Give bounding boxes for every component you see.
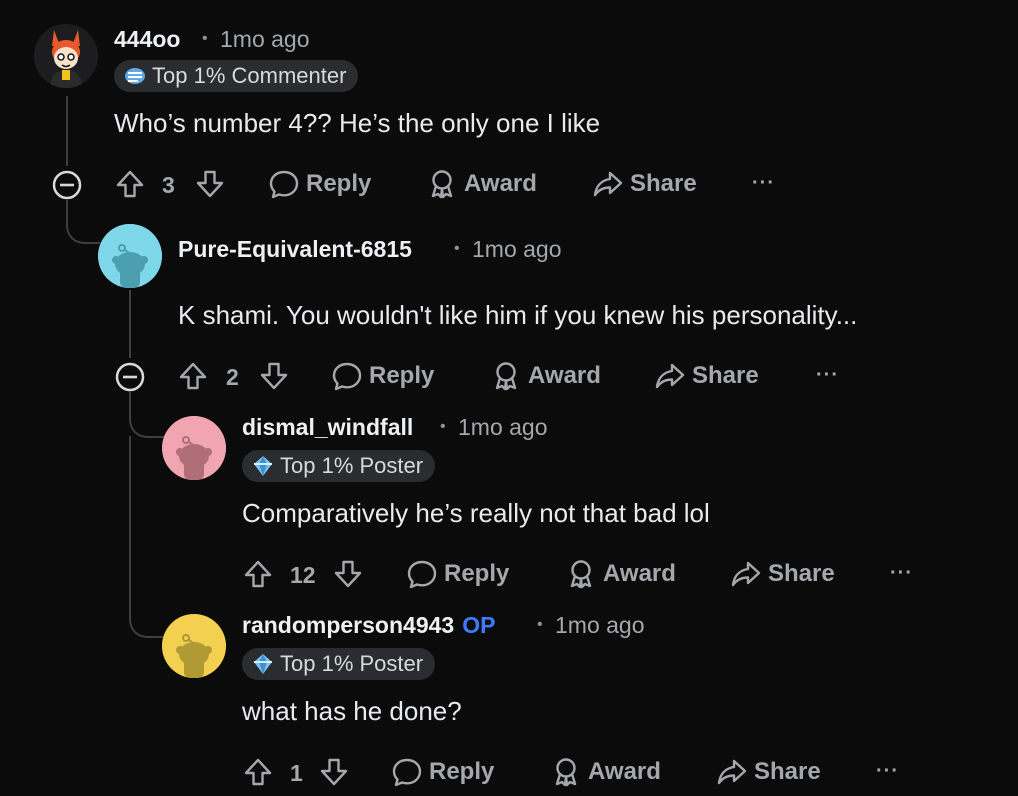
upvote-icon[interactable] [177,360,209,392]
flair-label: Top 1% Poster [280,453,424,478]
upvote-icon[interactable] [114,168,146,200]
award-label: Award [603,560,676,587]
separator-dot: • [440,418,446,435]
user-flair: Top 1% Poster [242,450,436,482]
share-label: Share [630,170,697,197]
timestamp[interactable]: 1mo ago [458,414,548,441]
username[interactable]: dismal_windfall [242,414,413,441]
reply-label: Reply [369,362,435,389]
username[interactable]: Pure-Equivalent-6815 [178,236,412,263]
share-arrow-icon [655,363,685,389]
reply-button[interactable]: Reply [268,168,371,200]
reply-bubble-icon [392,758,422,787]
award-label: Award [528,362,601,389]
more-options-icon[interactable]: ··· [890,562,913,585]
share-label: Share [754,758,821,785]
anime-avatar-icon [34,24,98,88]
reply-bubble-icon [332,362,362,391]
thread-curve-3 [129,594,165,638]
thread-curve-1 [66,200,100,244]
downvote-icon[interactable] [318,756,350,788]
reply-bubble-icon [269,170,299,199]
comment-body: Comparatively he’s really not that bad l… [242,498,710,528]
vote-count: 3 [162,172,175,198]
separator-dot: • [202,30,208,47]
share-label: Share [692,362,759,389]
award-label: Award [464,170,537,197]
award-label: Award [588,758,661,785]
thread-line-1 [66,96,68,166]
thread-line-3 [129,436,131,596]
thread-line-2 [129,290,131,358]
flair-label: Top 1% Poster [280,651,424,676]
vote-count: 12 [290,562,316,588]
timestamp[interactable]: 1mo ago [555,612,645,639]
award-icon [495,362,517,391]
vote-count: 1 [290,760,303,786]
op-badge: OP [462,612,496,638]
avatar[interactable] [162,614,226,678]
vote-count: 2 [226,364,239,390]
username[interactable]: 444oo [114,26,180,53]
snoo-avatar-icon [162,614,226,678]
reply-label: Reply [444,560,510,587]
share-button[interactable]: Share [730,558,835,590]
snoo-avatar-icon [98,224,162,288]
more-options-icon[interactable]: ··· [816,364,839,387]
share-arrow-icon [717,759,747,785]
snoo-avatar-icon [162,416,226,480]
commenter-flair-icon [125,68,145,84]
flair-label: Top 1% Commenter [152,63,347,88]
award-icon [555,758,577,787]
timestamp[interactable]: 1mo ago [220,26,310,53]
separator-dot: • [537,616,543,633]
avatar[interactable] [34,24,98,88]
share-button[interactable]: Share [654,360,759,392]
comment-body: K shami. You wouldn't like him if you kn… [178,300,858,330]
share-button[interactable]: Share [716,756,821,788]
share-arrow-icon [731,561,761,587]
award-button[interactable]: Award [565,558,676,590]
comment-body: what has he done? [242,696,462,726]
comment-body: Who’s number 4?? He’s the only one I lik… [114,108,601,138]
thread-curve-2 [129,392,165,438]
username-text: randomperson4943 [242,612,455,638]
username[interactable]: randomperson4943 OP [242,612,495,639]
upvote-icon[interactable] [242,756,274,788]
timestamp[interactable]: 1mo ago [472,236,562,263]
more-options-icon[interactable]: ··· [752,172,775,195]
collapse-icon[interactable] [52,170,82,200]
separator-dot: • [454,240,460,257]
more-options-icon[interactable]: ··· [876,760,899,783]
avatar[interactable] [98,224,162,288]
collapse-icon[interactable] [115,362,145,392]
user-flair: Top 1% Poster [242,648,436,680]
reply-bubble-icon [407,560,437,589]
award-button[interactable]: Award [550,756,661,788]
reply-label: Reply [429,758,495,785]
reply-button[interactable]: Reply [331,360,434,392]
downvote-icon[interactable] [194,168,226,200]
award-button[interactable]: Award [426,168,537,200]
share-button[interactable]: Share [592,168,697,200]
reply-button[interactable]: Reply [391,756,494,788]
avatar[interactable] [162,416,226,480]
share-arrow-icon [593,171,623,197]
poster-flair-icon [254,456,272,476]
user-flair: Top 1% Commenter [114,60,359,92]
award-button[interactable]: Award [490,360,601,392]
poster-flair-icon [254,654,272,674]
downvote-icon[interactable] [332,558,364,590]
reply-label: Reply [306,170,372,197]
award-icon [570,560,592,589]
award-icon [431,170,453,199]
upvote-icon[interactable] [242,558,274,590]
downvote-icon[interactable] [258,360,290,392]
reply-button[interactable]: Reply [406,558,509,590]
share-label: Share [768,560,835,587]
